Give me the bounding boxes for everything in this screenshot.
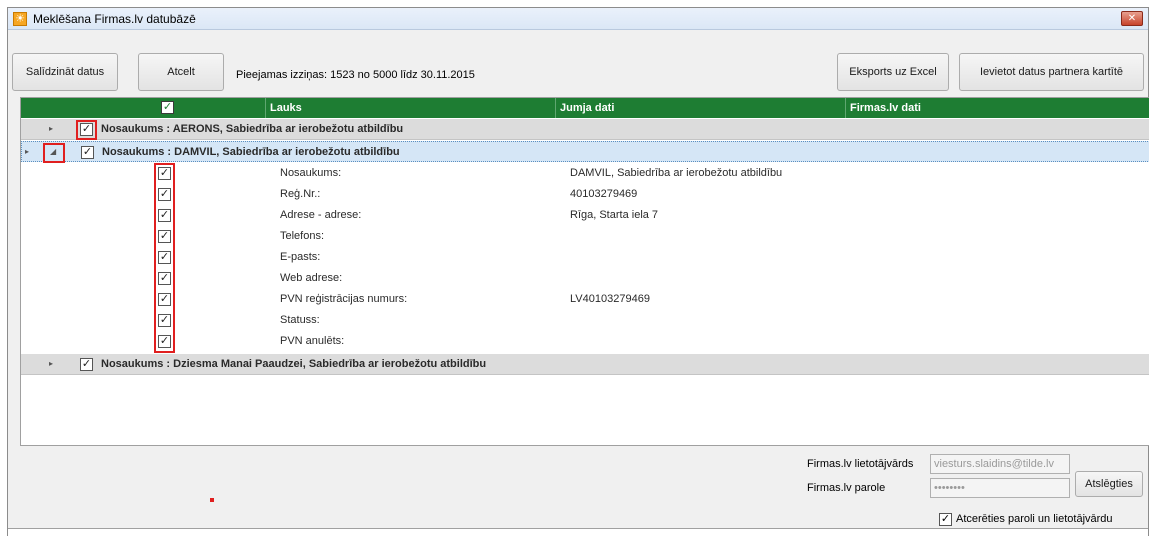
- grid-header: ✓ Lauks Jumja dati Firmas.lv dati: [21, 98, 1149, 118]
- remember-checkbox[interactable]: ✓: [939, 513, 952, 526]
- username-label: Firmas.lv lietotājvārds: [807, 458, 914, 470]
- highlight-box: [154, 163, 175, 353]
- red-marker: [210, 498, 214, 502]
- username-input[interactable]: viesturs.slaidins@tilde.lv: [930, 454, 1070, 474]
- group-label: Nosaukums : DAMVIL, Sabiedrība ar ierobe…: [102, 146, 400, 158]
- select-all-checkbox[interactable]: ✓: [161, 101, 174, 114]
- group-row-damvil[interactable]: ▸ ◢ ✓ Nosaukums : DAMVIL, Sabiedrība ar …: [21, 141, 1149, 162]
- group-label: Nosaukums : Dziesma Manai Paaudzei, Sabi…: [101, 358, 487, 370]
- group-checkbox[interactable]: ✓: [81, 146, 94, 159]
- detail-row: ✓ Telefons:: [21, 226, 1149, 247]
- close-button[interactable]: ✕: [1121, 11, 1143, 26]
- detail-value: LV40103279469: [570, 293, 650, 305]
- detail-value: 40103279469: [570, 188, 638, 200]
- highlight-box: [43, 143, 65, 163]
- detail-field: Telefons:: [280, 230, 325, 242]
- detail-row: ✓ Web adrese:: [21, 268, 1149, 289]
- detail-field: Reģ.Nr.:: [280, 188, 321, 200]
- column-field[interactable]: Lauks: [265, 98, 555, 118]
- expand-icon[interactable]: ▸: [49, 124, 58, 134]
- remember-label: Atcerēties paroli un lietotājvārdu: [956, 513, 1113, 525]
- group-row-dziesma[interactable]: ▸ ✓ Nosaukums : Dziesma Manai Paaudzei, …: [21, 354, 1149, 375]
- column-jumis-data[interactable]: Jumja dati: [555, 98, 845, 118]
- detail-value: Rīga, Starta iela 7: [570, 209, 659, 221]
- status-bar: [8, 528, 1148, 536]
- detail-row: ✓ PVN anulēts:: [21, 331, 1149, 352]
- group-row-aerons[interactable]: ▸ ✓ Nosaukums : AERONS, Sabiedrība ar ie…: [21, 119, 1149, 140]
- disconnect-button[interactable]: Atslēgties: [1075, 471, 1143, 497]
- detail-field: Adrese - adrese:: [280, 209, 362, 221]
- window-title: Meklēšana Firmas.lv datubāzē: [33, 12, 196, 26]
- group-checkbox[interactable]: ✓: [80, 358, 93, 371]
- detail-row: ✓ PVN reģistrācijas numurs: LV4010327946…: [21, 289, 1149, 310]
- detail-field: Web adrese:: [280, 272, 343, 284]
- import-partner-button[interactable]: Ievietot datus partnera kartītē: [959, 53, 1144, 91]
- main-window: ☀ Meklēšana Firmas.lv datubāzē ✕ Salīdzi…: [7, 7, 1149, 536]
- detail-field: PVN reģistrācijas numurs:: [280, 293, 408, 305]
- detail-row: ✓ E-pasts:: [21, 247, 1149, 268]
- detail-row: ✓ Reģ.Nr.: 40103279469: [21, 184, 1149, 205]
- highlight-box: [76, 120, 97, 140]
- compare-button[interactable]: Salīdzināt datus: [12, 53, 118, 91]
- quota-text: Pieejamas izziņas: 1523 no 5000 līdz 30.…: [236, 69, 475, 81]
- detail-field: PVN anulēts:: [280, 335, 345, 347]
- cancel-button[interactable]: Atcelt: [138, 53, 224, 91]
- row-pointer-icon: ▸: [25, 147, 30, 156]
- detail-row: ✓ Statuss:: [21, 310, 1149, 331]
- detail-value: DAMVIL, Sabiedrība ar ierobežotu atbildī…: [570, 167, 783, 179]
- expand-icon[interactable]: ▸: [49, 359, 58, 369]
- detail-field: E-pasts:: [280, 251, 321, 263]
- comparison-grid: ✓ Lauks Jumja dati Firmas.lv dati ▸ ✓ No…: [20, 97, 1149, 446]
- column-firmas-data[interactable]: Firmas.lv dati: [845, 98, 1149, 118]
- password-input[interactable]: ••••••••: [930, 478, 1070, 498]
- export-excel-button[interactable]: Eksports uz Excel: [837, 53, 949, 91]
- detail-row: ✓ Nosaukums: DAMVIL, Sabiedrība ar ierob…: [21, 163, 1149, 184]
- detail-field: Statuss:: [280, 314, 320, 326]
- group-label: Nosaukums : AERONS, Sabiedrība ar ierobe…: [101, 123, 404, 135]
- password-label: Firmas.lv parole: [807, 482, 886, 494]
- detail-row: ✓ Adrese - adrese: Rīga, Starta iela 7: [21, 205, 1149, 226]
- detail-field: Nosaukums:: [280, 167, 342, 179]
- app-icon: ☀: [13, 12, 27, 26]
- title-bar: ☀ Meklēšana Firmas.lv datubāzē ✕: [8, 8, 1148, 30]
